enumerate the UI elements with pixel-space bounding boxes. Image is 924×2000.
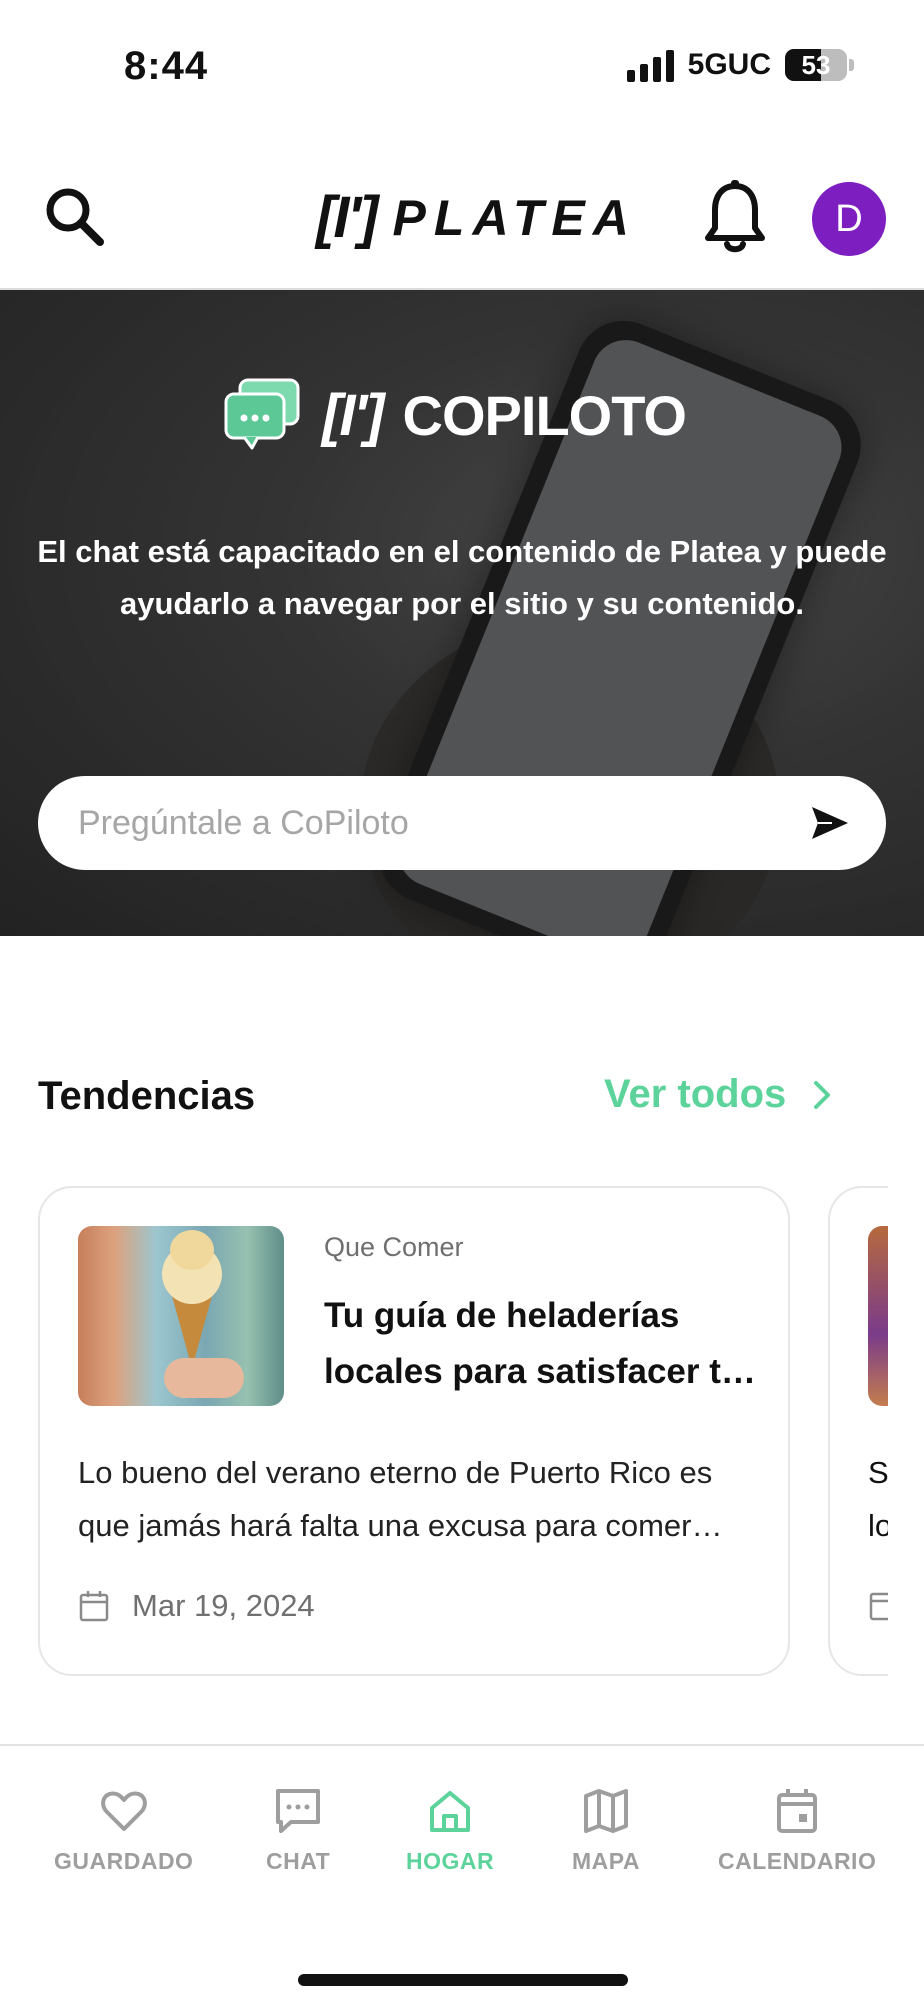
nav-item-calendario[interactable]: CALENDARIO [718,1786,876,1875]
copiloto-hero: [I'] COPILOTO El chat está capacitado en… [0,290,924,936]
bell-icon [705,180,765,253]
article-thumbnail [868,1226,888,1406]
article-description-partial: Slo [868,1455,888,1543]
article-thumbnail [78,1226,284,1406]
nav-label: CHAT [266,1848,331,1874]
heart-icon [100,1791,147,1831]
trending-title: Tendencias [38,1074,256,1118]
platea-logo[interactable]: [I'] PLATEA [316,184,637,251]
avatar-initial: D [835,197,863,240]
nav-item-mapa[interactable]: MAPA [572,1786,640,1875]
search-icon [46,188,104,246]
nav-item-guardado[interactable]: GUARDADO [54,1786,193,1875]
calendar-icon [79,1591,109,1622]
send-button[interactable] [810,804,850,842]
copiloto-brand: [I'] COPILOTO [222,378,687,452]
nav-item-hogar[interactable]: HOGAR [406,1786,494,1875]
article-category: Que Comer [324,1232,464,1262]
map-icon [584,1789,628,1833]
send-icon [812,807,848,839]
status-bar: 8:44 5GUC 53 [0,0,924,120]
app-header: [I'] PLATEA D [0,160,924,290]
notifications-button[interactable] [700,180,770,256]
battery-tip [849,59,854,71]
nav-label: MAPA [572,1848,641,1874]
article-description: Lo bueno del verano eterno de Puerto Ric… [78,1455,713,1543]
see-all-link[interactable]: Ver todos [604,1072,834,1117]
home-icon [430,1791,471,1832]
copiloto-ask-box [38,776,886,870]
network-label: 5GUC [687,48,771,81]
signal-icon [626,48,674,82]
article-title: Tu guía de heladerías locales para satis… [324,1296,743,1391]
battery-level: 53 [801,49,831,80]
bottom-nav: GUARDADO CHAT HOGAR MAPA CALENDARIO [0,1746,924,2000]
article-card-partial[interactable]: Slo [828,1186,888,1676]
article-card[interactable]: Que Comer Tu guía de heladerías locales … [38,1186,790,1676]
chat-bubbles-icon [224,378,300,450]
chevron-right-icon [814,1080,831,1109]
logo-mark: [I'] [316,185,379,250]
logo-text: PLATEA [392,189,637,246]
status-time: 8:44 [124,44,209,88]
battery-icon: 53 [785,49,847,81]
status-indicators: 5GUC 53 [626,48,854,82]
copiloto-logo-mark: [I'] [322,382,385,448]
copiloto-title: COPILOTO [402,383,687,447]
see-all-label: Ver todos [604,1072,787,1116]
copiloto-description: El chat está capacitado en el contenido … [37,534,887,621]
home-indicator [298,1974,628,1986]
article-date-row: Mar 19, 2024 [78,1588,315,1624]
calendar-icon [869,1592,888,1621]
nav-label: GUARDADO [54,1848,194,1874]
copiloto-input[interactable] [78,803,778,843]
nav-label: HOGAR [406,1848,495,1874]
search-button[interactable] [40,182,110,252]
calendar-icon [777,1789,818,1833]
chat-icon [276,1789,321,1833]
article-date: Mar 19, 2024 [132,1588,315,1623]
nav-item-chat[interactable]: CHAT [266,1786,330,1875]
nav-label: CALENDARIO [718,1848,877,1874]
avatar[interactable]: D [812,182,886,256]
